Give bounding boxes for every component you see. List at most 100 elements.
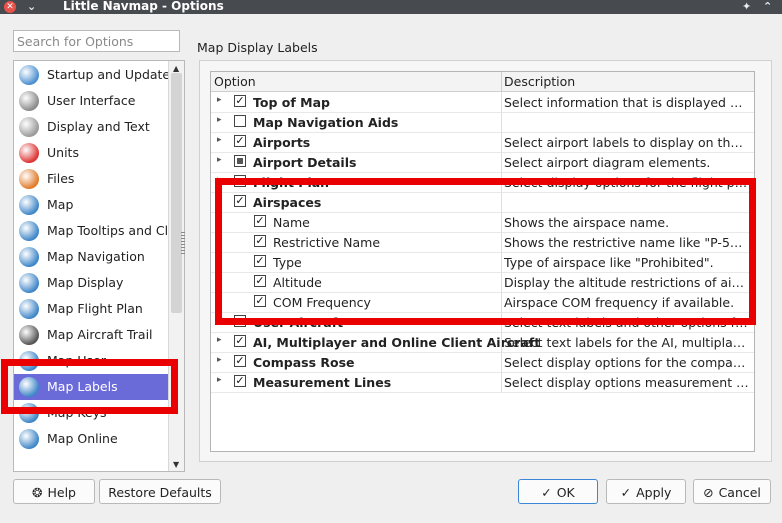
sidebar-item-files[interactable]: Files — [14, 166, 168, 192]
search-input[interactable] — [17, 32, 167, 50]
apply-button-label: Apply — [636, 485, 672, 500]
sidebar-item-map-tooltips-and-clicks[interactable]: Map Tooltips and Clicks — [14, 218, 184, 244]
sidebar-item-label: Map Flight Plan — [47, 301, 143, 316]
pin-icon[interactable]: ✦ — [742, 0, 751, 13]
sidebar-item-label: Map — [47, 197, 74, 212]
option-checkbox[interactable]: ✓ — [234, 355, 246, 367]
option-checkbox[interactable]: ✓ — [234, 335, 246, 347]
chevron-right-icon[interactable]: ▸ — [217, 335, 222, 345]
sidebar-item-map-display[interactable]: Map Display — [14, 270, 168, 296]
sidebar-item-map-flight-plan[interactable]: Map Flight Plan — [14, 296, 168, 322]
scroll-up-icon[interactable]: ▲ — [173, 64, 179, 73]
sidebar-item-label: User Interface — [47, 93, 136, 108]
option-name: AI, Multiplayer and Online Client Aircra… — [253, 335, 541, 350]
window-icon — [19, 91, 39, 111]
sidebar-item-label: Units — [47, 145, 79, 160]
option-checkbox[interactable] — [234, 115, 246, 127]
online-icon — [19, 429, 39, 449]
sidebar-item-label: Startup and Updates — [47, 67, 177, 82]
apply-button[interactable]: ✓ Apply — [606, 479, 686, 504]
map-navigation-icon — [19, 247, 39, 267]
map-tooltip-icon — [19, 221, 39, 241]
document-icon — [19, 117, 39, 137]
map-display-icon — [19, 273, 39, 293]
tree-row-airports[interactable]: ▸ ✓ Airports Select airport labels to displ… — [211, 132, 754, 153]
chevron-right-icon[interactable]: ▸ — [217, 355, 222, 365]
option-description: Select information that is displayed on … — [504, 95, 749, 110]
help-icon: ❂ — [32, 485, 43, 500]
folder-icon — [19, 169, 39, 189]
sidebar-item-map-navigation[interactable]: Map Navigation — [14, 244, 168, 270]
scroll-down-icon[interactable]: ▼ — [173, 460, 179, 469]
chevron-right-icon[interactable]: ▸ — [217, 155, 222, 165]
option-description: Select airport labels to display on the … — [504, 135, 749, 150]
option-checkbox[interactable]: ✓ — [234, 375, 246, 387]
option-description: Select display options for the compass r… — [504, 355, 749, 370]
sidebar-item-label: Map Display — [47, 275, 124, 290]
sidebar-item-label: Map Tooltips and Clicks — [47, 223, 185, 238]
option-name: Compass Rose — [253, 355, 355, 370]
sidebar-item-map-online[interactable]: Map Online — [14, 426, 168, 452]
option-checkbox[interactable]: ✓ — [234, 95, 246, 107]
annotation-highlight-airspaces — [215, 178, 756, 325]
sidebar-item-label: Files — [47, 171, 75, 186]
sidebar-item-label: Display and Text — [47, 119, 150, 134]
tree-row-top-of-map[interactable]: ▸ ✓ Top of Map Select information that is d… — [211, 92, 754, 113]
option-name: Airports — [253, 135, 311, 150]
option-name: Top of Map — [253, 95, 330, 110]
sidebar-item-user-interface[interactable]: User Interface — [14, 88, 168, 114]
map-flightplan-icon — [19, 299, 39, 319]
globe-icon — [19, 195, 39, 215]
tree-header: Option Description — [211, 72, 754, 92]
option-description: Select display options measurement lines… — [504, 375, 749, 390]
option-name: Airport Details — [253, 155, 357, 170]
help-button-label: Help — [47, 485, 76, 500]
tree-row-compass-rose[interactable]: ▸ ✓ Compass Rose Select display options for… — [211, 352, 754, 373]
option-name: Measurement Lines — [253, 375, 392, 390]
tree-row-measurement-lines[interactable]: ▸ ✓ Measurement Lines Select display option… — [211, 372, 754, 393]
option-checkbox[interactable] — [234, 155, 246, 167]
aircraft-trail-icon — [19, 325, 39, 345]
tree-row-airport-details[interactable]: ▸ Airport Details Select airport diagram e… — [211, 152, 754, 173]
cancel-button[interactable]: ⊘ Cancel — [693, 479, 771, 504]
splitter-handle[interactable] — [181, 230, 185, 270]
tree-row-ai-multiplayer-and-online-client-aircraft[interactable]: ▸ ✓ AI, Multiplayer and Online Client Airc… — [211, 332, 754, 353]
help-button[interactable]: ❂ Help — [13, 479, 95, 504]
sidebar-item-label: Map Online — [47, 431, 118, 446]
check-icon: ✓ — [541, 485, 552, 500]
sidebar-item-map-aircraft-trail[interactable]: Map Aircraft Trail — [14, 322, 168, 348]
option-description: Select airport diagram elements. — [504, 155, 711, 170]
scrollbar-thumb[interactable] — [171, 73, 182, 313]
annotation-highlight-map-labels — [1, 359, 178, 414]
page-title: Map Display Labels — [197, 40, 318, 55]
window-menu-icon[interactable]: ⌄ — [27, 0, 36, 13]
search-box — [13, 30, 180, 52]
cancel-button-label: Cancel — [718, 485, 761, 500]
column-header-option[interactable]: Option — [214, 74, 256, 89]
restore-defaults-button[interactable]: Restore Defaults — [99, 479, 221, 504]
restore-defaults-label: Restore Defaults — [108, 485, 212, 500]
units-icon — [19, 143, 39, 163]
chevron-right-icon[interactable]: ▸ — [217, 95, 222, 105]
chevron-right-icon[interactable]: ▸ — [217, 115, 222, 125]
globe-icon — [19, 65, 39, 85]
sidebar-item-units[interactable]: Units — [14, 140, 168, 166]
tree-row-map-navigation-aids[interactable]: ▸ Map Navigation Aids — [211, 112, 754, 133]
check-icon: ✓ — [620, 485, 632, 500]
window-title: Little Navmap - Options — [63, 0, 224, 13]
column-header-description[interactable]: Description — [504, 74, 575, 89]
title-bar: ✕ ⌄ Little Navmap - Options ✦ ⌃ — [0, 0, 782, 14]
close-icon[interactable]: ✕ — [4, 1, 16, 13]
sidebar-item-label: Map Navigation — [47, 249, 145, 264]
chevron-right-icon[interactable]: ▸ — [217, 135, 222, 145]
maximize-icon[interactable]: ⌃ — [763, 0, 772, 13]
ok-button[interactable]: ✓ OK — [518, 479, 598, 504]
chevron-right-icon[interactable]: ▸ — [217, 375, 222, 385]
sidebar-item-startup-and-updates[interactable]: Startup and Updates — [14, 62, 177, 88]
sidebar-item-display-and-text[interactable]: Display and Text — [14, 114, 168, 140]
sidebar-item-label: Map Aircraft Trail — [47, 327, 153, 342]
sidebar-item-map[interactable]: Map — [14, 192, 168, 218]
option-checkbox[interactable]: ✓ — [234, 135, 246, 147]
option-name: Map Navigation Aids — [253, 115, 399, 130]
option-description: Select text labels for the AI, multiplay… — [504, 335, 749, 350]
